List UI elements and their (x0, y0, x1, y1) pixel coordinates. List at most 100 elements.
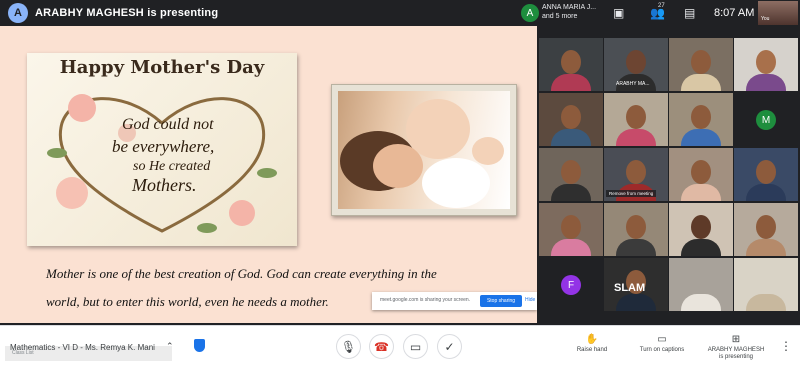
participant-video (746, 184, 786, 201)
participant-tile[interactable] (604, 93, 668, 146)
card-line: so He created (133, 159, 211, 174)
participant-video (691, 215, 711, 239)
mothers-day-card: Happy Mother's Day God could not be ever… (27, 53, 297, 246)
participant-video (691, 160, 711, 184)
participant-video (616, 129, 656, 146)
participant-tile[interactable]: M (734, 93, 798, 146)
raise-hand-label: Raise hand (576, 347, 608, 353)
mother-baby-photo (338, 91, 510, 209)
self-label: You (761, 16, 770, 22)
screen-share-notification: meet.google.com is sharing your screen. … (372, 292, 537, 310)
participant-tile[interactable] (734, 258, 798, 311)
participant-video (681, 129, 721, 146)
participant-tile[interactable]: F (539, 258, 603, 311)
participant-tile[interactable] (669, 93, 733, 146)
participant-tile[interactable] (734, 38, 798, 91)
camera-icon: ▭ (409, 339, 422, 354)
meet-window: A ARABHY MAGHESH is presenting A ANNA MA… (0, 0, 800, 370)
participant-more: and 5 more (542, 13, 578, 20)
participant-video (561, 50, 581, 74)
mother-baby-image (340, 99, 504, 208)
participant-tile[interactable] (539, 203, 603, 256)
participant-video (756, 160, 776, 184)
participant-video (681, 294, 721, 311)
participant-video (616, 294, 656, 311)
participant-tile[interactable] (734, 203, 798, 256)
hand-icon: ✋ (585, 334, 599, 345)
noise-button[interactable]: ✓ (437, 334, 462, 359)
raise-hand-button[interactable]: ✋ Raise hand (557, 334, 627, 354)
participant-summary[interactable]: ANNA MARIA J... and 5 more (542, 3, 596, 21)
participant-video (746, 294, 786, 311)
participant-tile[interactable] (669, 258, 733, 311)
participant-video (561, 215, 581, 239)
participant-video (551, 129, 591, 146)
participant-avatar: F (561, 275, 581, 295)
participant-video (616, 239, 656, 256)
presenting-label-line1: ARABHY MAGHESH (707, 347, 765, 353)
participant-tile[interactable] (669, 148, 733, 201)
camera-button[interactable]: ▭ (403, 334, 428, 359)
remove-from-meeting-tooltip[interactable]: Remove from meeting (606, 190, 657, 197)
participant-video (746, 239, 786, 256)
participant-name: ANNA MARIA J... (542, 4, 597, 11)
shield-icon[interactable] (194, 339, 205, 352)
chat-icon[interactable]: ▤ (684, 6, 695, 20)
participant-tile[interactable]: SLAM (604, 258, 668, 311)
card-line: Mothers. (132, 175, 197, 195)
participant-video (561, 160, 581, 184)
participant-tile[interactable] (669, 203, 733, 256)
people-count: 27 (658, 3, 665, 9)
card-title: Happy Mother's Day (59, 57, 265, 78)
more-options-icon[interactable]: ⋮ (780, 339, 792, 353)
top-bar: A ARABHY MAGHESH is presenting A ANNA MA… (0, 0, 800, 26)
end-call-button[interactable]: ☎ (369, 334, 394, 359)
captions-button[interactable]: ▭ Turn on captions (627, 334, 697, 354)
quote-line: world, but to enter this world, even he … (46, 294, 329, 309)
participant-tile[interactable] (539, 148, 603, 201)
participant-video (756, 50, 776, 74)
mother-baby-photo-frame (331, 84, 517, 216)
participant-video (681, 184, 721, 201)
presenter-avatar: A (8, 3, 28, 23)
participant-tile[interactable]: ARABHY MA... (604, 38, 668, 91)
participant-video (561, 105, 581, 129)
participant-video (756, 215, 776, 239)
presenting-label-line2: is presenting (718, 354, 754, 360)
card-line: God could not (122, 116, 214, 133)
participant-avatar: M (756, 110, 776, 130)
participant-video (551, 184, 591, 201)
captions-label: Turn on captions (639, 347, 685, 353)
participant-video (551, 239, 591, 256)
participant-video (681, 74, 721, 91)
participant-video (626, 215, 646, 239)
broken-image-icon: ▣ (613, 6, 625, 20)
microphone-button[interactable]: 🎙 (336, 334, 361, 359)
card-line: be everywhere, (112, 137, 215, 156)
shirt-text: SLAM (614, 282, 646, 294)
share-notice-text: meet.google.com is sharing your screen. (380, 297, 471, 303)
quote-line: Mother is one of the best creation of Go… (46, 266, 437, 281)
clock: 8:07 AM (714, 7, 755, 19)
presenting-button[interactable]: ⊞ ARABHY MAGHESH is presenting (701, 334, 771, 361)
participant-name-label: ARABHY MA... (616, 81, 650, 87)
meeting-title[interactable]: Mathematics - VI D - Ms. Remya K. Mani (10, 343, 155, 352)
participant-avatar: A (521, 4, 539, 22)
participant-tile[interactable] (734, 148, 798, 201)
participant-tile[interactable] (539, 38, 603, 91)
chevron-up-icon[interactable]: ⌃ (166, 341, 174, 352)
participant-tile[interactable]: Remove from meeting (604, 148, 668, 201)
participant-video (626, 160, 646, 184)
microphone-icon: 🎙 (340, 339, 357, 354)
participant-tile[interactable] (604, 203, 668, 256)
participant-video (626, 50, 646, 74)
participant-video (681, 239, 721, 256)
present-icon: ⊞ (731, 334, 741, 345)
participant-tile[interactable] (539, 93, 603, 146)
phone-icon: ☎ (374, 339, 389, 354)
stop-sharing-button[interactable]: Stop sharing (480, 295, 522, 307)
participant-video (626, 105, 646, 129)
participant-tile[interactable] (669, 38, 733, 91)
presenting-status: ARABHY MAGHESH is presenting (35, 7, 219, 19)
hide-button[interactable]: Hide (525, 297, 535, 303)
